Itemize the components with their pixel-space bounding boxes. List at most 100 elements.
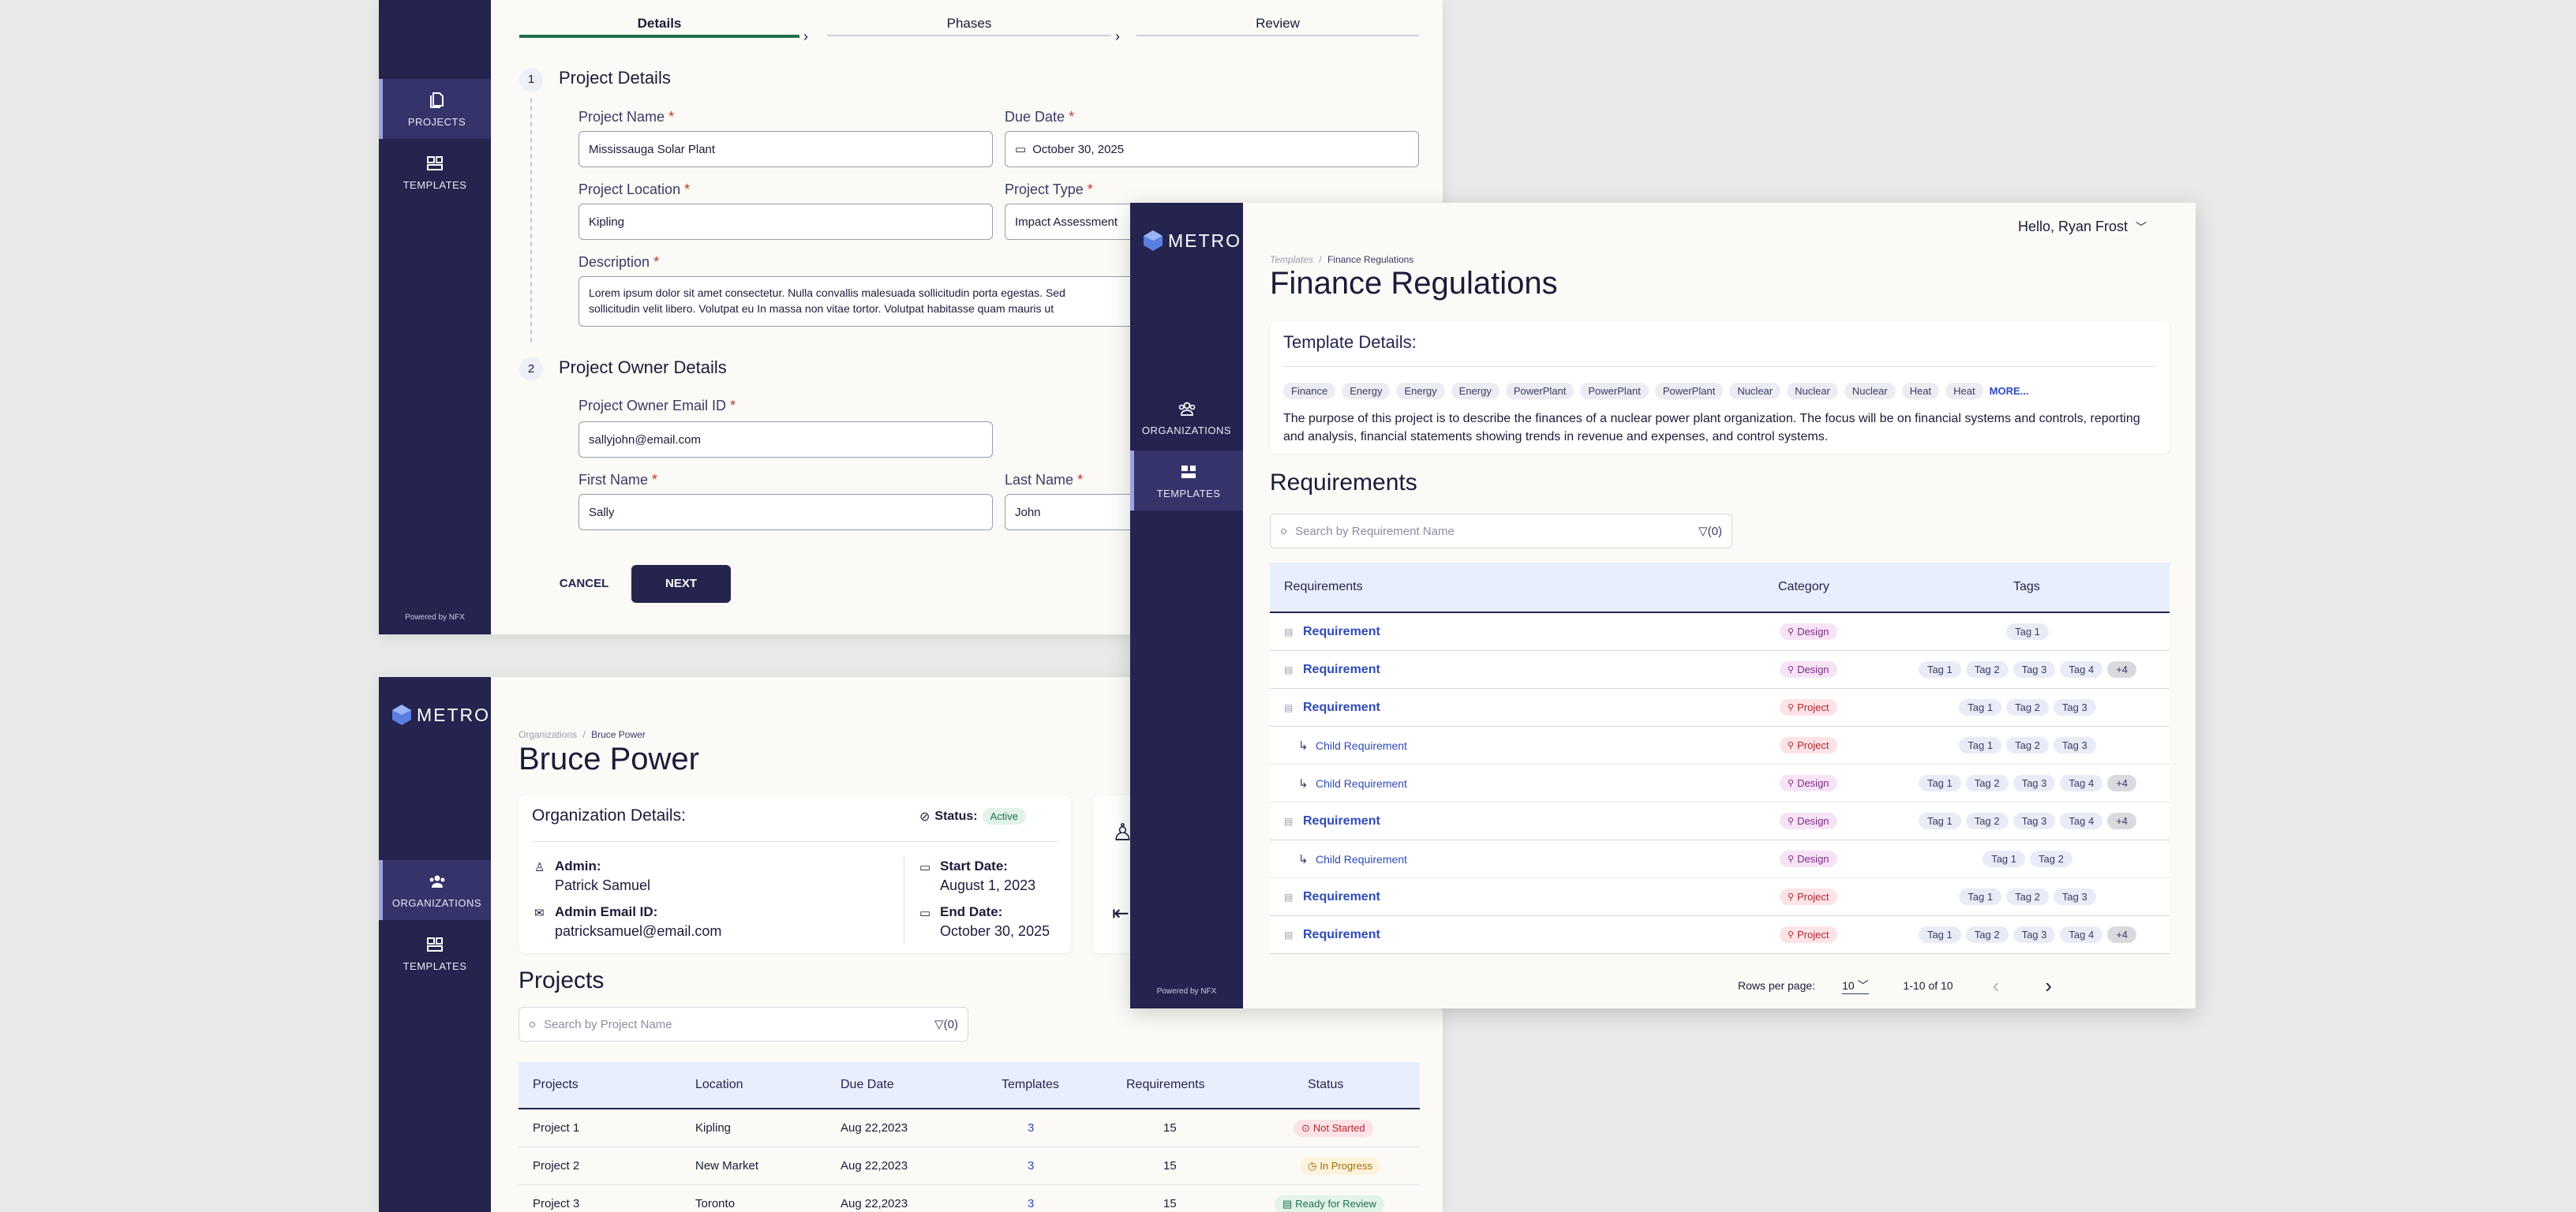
requirement-link[interactable]: Requirement (1303, 890, 1380, 904)
sidebar-item-templates[interactable]: TEMPLATES (379, 923, 491, 983)
projects-title: Projects (519, 967, 605, 993)
tag-chip: Tag 3 (2012, 813, 2056, 829)
step-review[interactable]: Review (1136, 16, 1419, 32)
cancel-button[interactable]: CANCEL (545, 565, 623, 603)
more-tags-chip[interactable]: +4 (2107, 813, 2137, 829)
tag-list: Tag 1 Tag 2 Tag 3 Tag 4 +4 (1901, 813, 2154, 829)
owner-email-input[interactable]: sallyjohn@email.com (578, 421, 993, 458)
child-requirement-row[interactable]: ↳ Child Requirement ⚲ Design Tag 1 Tag 2 (1270, 840, 2170, 878)
tag-chip: Tag 1 (2006, 623, 2049, 640)
metro-logo: METRO (1143, 230, 1241, 252)
requirement-link[interactable]: Child Requirement (1316, 739, 1407, 752)
column-header-requirements[interactable]: Requirements (1284, 580, 1363, 594)
section-title: Project Details (559, 68, 671, 88)
due-date-label: Due Date * (1005, 109, 1075, 125)
next-page-button[interactable]: › (2045, 974, 2052, 998)
project-name-input[interactable]: Mississauga Solar Plant (578, 131, 993, 167)
table-row[interactable]: Project 2 New Market Aug 22,2023 3 15 ◷ In Pro… (519, 1147, 1420, 1185)
child-arrow-icon: ↳ (1298, 852, 1309, 866)
sidebar-item-projects[interactable]: PROJECTS (379, 79, 491, 139)
tag-list: Tag 1 Tag 2 Tag 3 (1901, 737, 2154, 754)
more-tags-chip[interactable]: +4 (2107, 926, 2137, 943)
sidebar-item-label: ORGANIZATIONS (391, 896, 482, 909)
sidebar-item-label: TEMPLATES (1156, 487, 1221, 499)
requirement-link[interactable]: Requirement (1303, 928, 1380, 942)
more-tags-chip[interactable]: +4 (2107, 661, 2137, 678)
user-menu[interactable]: Hello, Ryan Frost ﹀ (2018, 219, 2147, 235)
child-requirement-row[interactable]: ↳ Child Requirement ⚲ Project Tag 1 Tag 2 Tag … (1270, 727, 2170, 765)
category-icon: ⚲ (1788, 627, 1795, 637)
breadcrumb-current: Finance Regulations (1327, 254, 1414, 265)
filter-button[interactable]: ▽(0) (934, 1017, 958, 1031)
tag-list: Tag 1 Tag 2 Tag 3 Tag 4 +4 (1901, 926, 2154, 943)
project-search-input[interactable]: ○ Search by Project Name ▽(0) (519, 1007, 968, 1042)
sidebar-item-templates[interactable]: TEMPLATES (1130, 451, 1243, 511)
requirement-row[interactable]: ▤ Requirement ⚲ Project Tag 1 Tag 2 Tag 3 Tag 4… (1270, 916, 2170, 954)
section-title: Project Owner Details (559, 357, 727, 377)
search-icon: ○ (1280, 524, 1288, 538)
first-name-input[interactable]: Sally (578, 494, 993, 530)
requirement-search-input[interactable]: ○ Search by Requirement Name ▽(0) (1270, 514, 1732, 548)
sidebar-item-label: ORGANIZATIONS (1141, 424, 1232, 436)
due-date-input[interactable]: ▭ October 30, 2025 (1005, 131, 1419, 167)
templates-icon (1181, 465, 1196, 478)
category-icon: ⚲ (1788, 779, 1795, 788)
powered-by: Powered by NFX (405, 613, 465, 622)
table-row[interactable]: Project 1 Kipling Aug 22,2023 3 15 ⊙ Not Start… (519, 1109, 1420, 1147)
sidebar-item-organizations[interactable]: ORGANIZATIONS (1130, 387, 1243, 447)
templates-count-link[interactable]: 3 (1028, 1159, 1034, 1173)
column-header-templates: Templates (1002, 1078, 1059, 1091)
requirement-row[interactable]: ▤ Requirement ⚲ Design Tag 1 Tag 2 Tag 3 Tag 4 +… (1270, 802, 2170, 840)
powered-by: Powered by NFX (1156, 987, 1217, 996)
column-header-projects[interactable]: Projects (533, 1078, 578, 1092)
requirement-link[interactable]: Requirement (1303, 701, 1380, 715)
prev-page-button[interactable]: ‹ (1993, 974, 2000, 998)
sidebar-item-organizations[interactable]: ORGANIZATIONS (379, 860, 491, 920)
column-header-tags: Tags (2013, 580, 2040, 593)
filter-button[interactable]: ▽(0) (1698, 524, 1722, 538)
card-divider (1283, 366, 2156, 367)
tag-chip: Tag 2 (1965, 813, 2009, 829)
status-icon: ⊘ (919, 810, 930, 824)
rows-per-page-select[interactable]: 10 ﹀ (1842, 978, 1869, 994)
step-details[interactable]: Details (519, 16, 799, 32)
tag-chip: Tag 4 (2060, 775, 2103, 791)
more-tags-chip[interactable]: +4 (2107, 775, 2137, 791)
requirement-link[interactable]: Child Requirement (1316, 777, 1407, 790)
calendar-icon: ▭ (1015, 143, 1027, 156)
next-button[interactable]: NEXT (631, 565, 731, 603)
requirement-link[interactable]: Requirement (1303, 814, 1380, 829)
category-badge: ⚲ Design (1780, 623, 1837, 640)
tag-chip: Tag 2 (1965, 661, 2009, 678)
requirement-link[interactable]: Requirement (1303, 625, 1380, 639)
templates-count-link[interactable]: 3 (1028, 1197, 1034, 1210)
requirement-row[interactable]: ▤ Requirement ⚲ Design Tag 1 (1270, 613, 2170, 651)
card-divider (532, 841, 1058, 842)
requirement-row[interactable]: ▤ Requirement ⚲ Project Tag 1 Tag 2 Tag 3 (1270, 878, 2170, 916)
requirement-row[interactable]: ▤ Requirement ⚲ Design Tag 1 Tag 2 Tag 3 Tag 4 +… (1270, 651, 2170, 689)
metro-logo-icon (392, 705, 411, 725)
requirement-icon: ▤ (1284, 626, 1294, 638)
category-badge: ⚲ Design (1780, 851, 1837, 867)
templates-count-link[interactable]: 3 (1028, 1121, 1034, 1135)
sidebar-item-templates[interactable]: TEMPLATES (379, 142, 491, 202)
tag-chip: Tag 2 (1965, 926, 2009, 943)
page-title: Finance Regulations (1270, 266, 1558, 301)
column-header-category[interactable]: Category (1778, 580, 1829, 594)
tag-chip: Heat (1945, 383, 1983, 399)
requirements-title: Requirements (1270, 469, 1417, 496)
more-tags-link[interactable]: MORE... (1990, 385, 2029, 397)
table-row[interactable]: Project 3 Toronto Aug 22,2023 3 15 ▤ Ready for… (519, 1185, 1420, 1212)
step-phases[interactable]: Phases (827, 16, 1111, 32)
child-requirement-row[interactable]: ↳ Child Requirement ⚲ Design Tag 1 Tag 2 Tag 3… (1270, 765, 2170, 802)
column-header-due-date[interactable]: Due Date (841, 1078, 894, 1092)
requirement-icon: ▤ (1284, 815, 1294, 827)
requirement-row[interactable]: ▤ Requirement ⚲ Project Tag 1 Tag 2 Tag 3 (1270, 689, 2170, 727)
breadcrumb-root[interactable]: Organizations (519, 729, 577, 740)
requirement-link[interactable]: Requirement (1303, 663, 1380, 677)
breadcrumb-root[interactable]: Templates (1270, 254, 1313, 265)
project-location-input[interactable]: Kipling (578, 204, 993, 240)
column-header-location[interactable]: Location (695, 1078, 743, 1092)
column-header-status[interactable]: Status (1308, 1078, 1343, 1092)
requirement-link[interactable]: Child Requirement (1316, 853, 1407, 866)
